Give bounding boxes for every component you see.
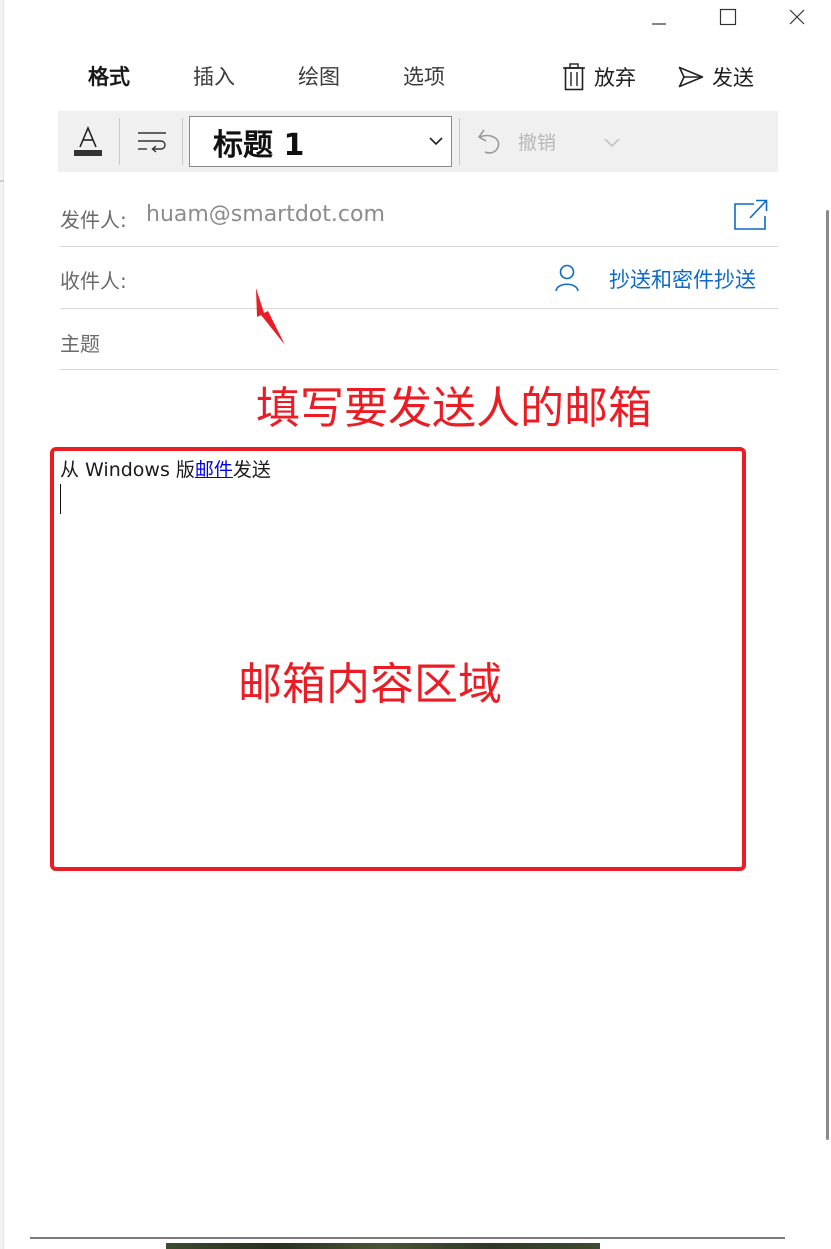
paragraph-format-button[interactable] xyxy=(132,124,172,160)
to-label: 收件人: xyxy=(60,269,127,293)
format-toolbar: 标题 1 撤销 xyxy=(58,111,778,172)
tab-draw[interactable]: 绘图 xyxy=(298,60,340,94)
left-panel-mark xyxy=(0,180,4,182)
undo-icon xyxy=(478,129,500,154)
toolbar-separator xyxy=(182,118,183,165)
style-select-value: 标题 1 xyxy=(213,127,305,163)
close-icon xyxy=(789,9,805,25)
bottom-divider xyxy=(30,1237,785,1239)
cc-bcc-link[interactable]: 抄送和密件抄送 xyxy=(609,264,756,294)
tab-insert[interactable]: 插入 xyxy=(193,60,235,94)
maximize-icon xyxy=(719,8,737,26)
chevron-down-icon xyxy=(429,137,443,146)
contacts-button[interactable] xyxy=(554,264,580,292)
from-row: 发件人: huam@smartdot.com xyxy=(60,186,778,247)
from-value: huam@smartdot.com xyxy=(146,202,385,227)
popout-button[interactable] xyxy=(732,198,770,232)
send-button[interactable]: 发送 xyxy=(678,58,754,96)
send-icon xyxy=(678,66,704,88)
subject-label: 主题 xyxy=(60,332,100,356)
subject-row[interactable]: 主题 xyxy=(60,309,778,370)
paragraph-style-select[interactable]: 标题 1 xyxy=(189,116,452,167)
person-icon xyxy=(555,264,579,292)
font-color-icon xyxy=(74,125,102,156)
from-label: 发件人: xyxy=(60,208,127,232)
popout-icon xyxy=(734,199,768,230)
annotation-recipient-hint: 填写要发送人的邮箱 xyxy=(256,383,652,434)
discard-label: 放弃 xyxy=(594,66,636,90)
toolbar-separator xyxy=(119,118,120,165)
to-row[interactable]: 收件人: 抄送和密件抄送 xyxy=(60,247,778,309)
paragraph-icon xyxy=(138,132,166,153)
minimize-button[interactable] xyxy=(636,0,682,34)
send-label: 发送 xyxy=(712,66,754,90)
background-strip xyxy=(166,1243,600,1249)
discard-button[interactable]: 放弃 xyxy=(562,58,636,96)
trash-icon xyxy=(563,63,585,91)
chevron-down-icon xyxy=(604,138,620,148)
tab-format[interactable]: 格式 xyxy=(88,60,130,94)
left-panel-edge xyxy=(0,0,4,1249)
minimize-icon xyxy=(652,23,666,25)
close-button[interactable] xyxy=(774,0,820,34)
font-color-button[interactable] xyxy=(70,123,106,159)
annotation-content-area: 邮箱内容区域 xyxy=(238,659,502,710)
annotation-arrow xyxy=(256,288,285,345)
undo-menu-button[interactable] xyxy=(598,131,626,153)
scrollbar[interactable] xyxy=(826,210,829,1140)
undo-label: 撤销 xyxy=(518,131,557,154)
maximize-button[interactable] xyxy=(705,0,751,34)
undo-button[interactable]: 撤销 xyxy=(476,121,556,161)
tab-options[interactable]: 选项 xyxy=(403,60,445,94)
toolbar-separator xyxy=(459,118,460,165)
